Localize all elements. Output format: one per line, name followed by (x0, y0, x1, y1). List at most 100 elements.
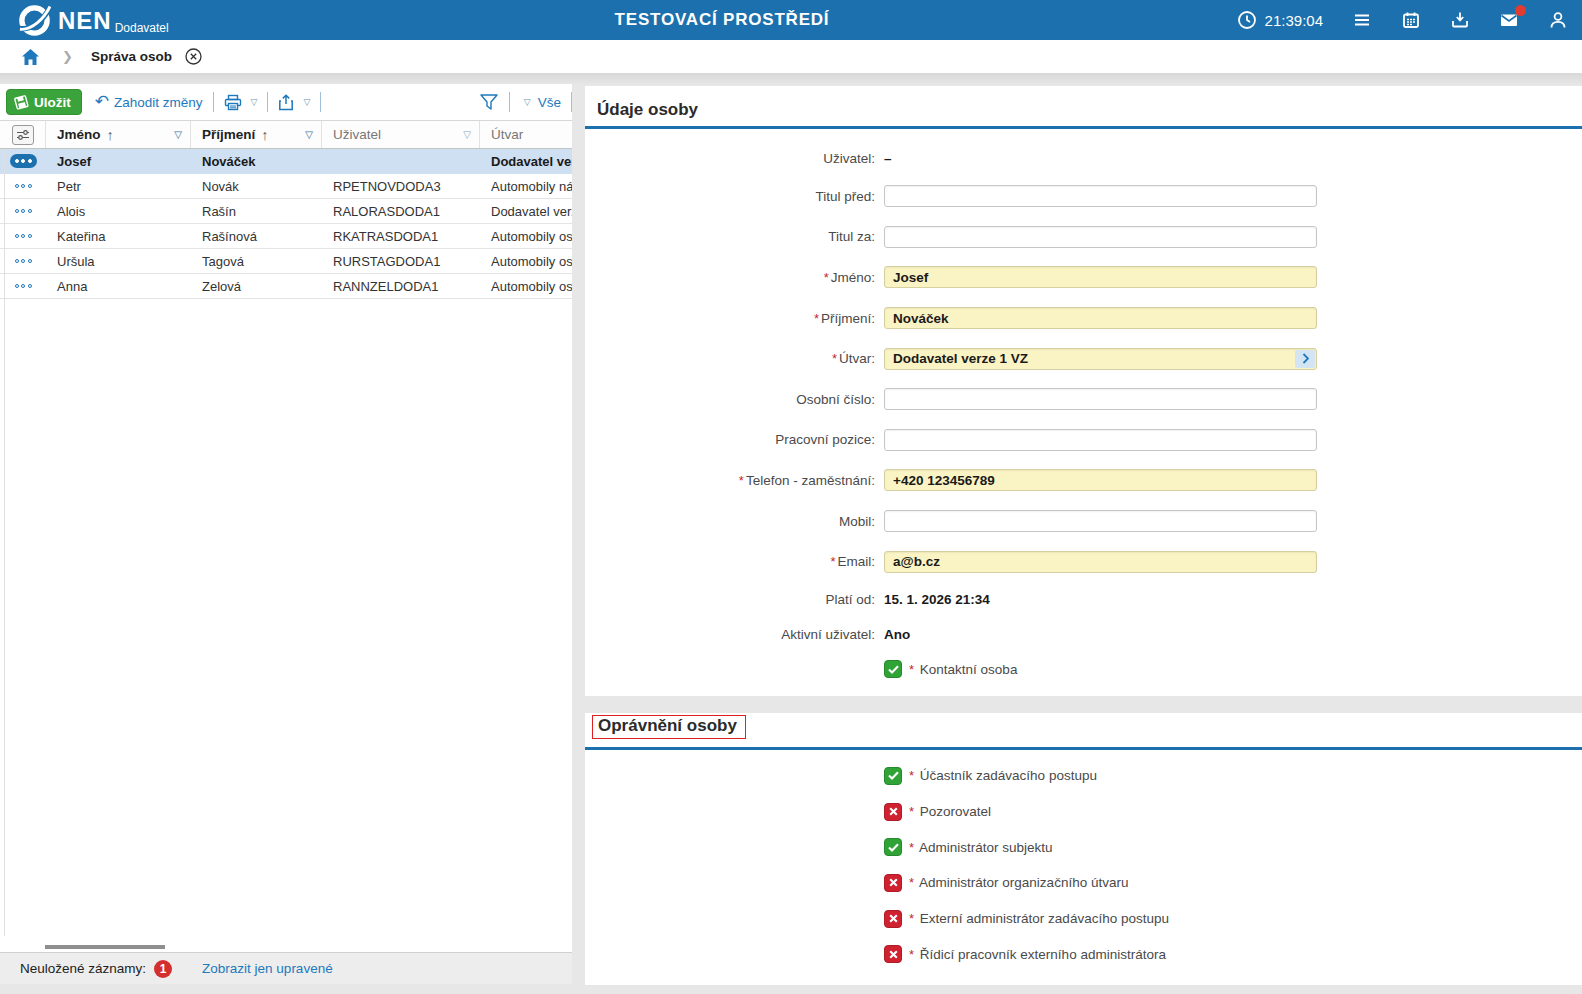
field-label: *Telefon - zaměstnání: (585, 473, 875, 488)
table-row[interactable]: PetrNovákRPETNOVDODA3Automobily nákla (0, 174, 572, 199)
table-row[interactable]: KateřinaRašínováRKATRASDODA1Automobily o… (0, 224, 572, 249)
row-actions-button[interactable] (11, 181, 36, 191)
print-icon (224, 94, 242, 111)
clock-time: 21:39:04 (1265, 12, 1323, 29)
column-header-jmeno[interactable]: Jméno↑ ▽ (46, 121, 191, 148)
messages-button[interactable] (1499, 10, 1519, 30)
permission-label: * Externí administrátor zadávacího postu… (909, 911, 1169, 926)
cell-jmeno: Alois (46, 204, 191, 219)
row-actions-button[interactable] (11, 281, 36, 291)
cell-utvar: Automobily osob (480, 279, 572, 294)
save-button[interactable]: Uložit (6, 89, 82, 115)
checkbox-checked-icon[interactable] (884, 767, 902, 785)
filter-all-button[interactable]: Vše (538, 95, 561, 110)
permission-item: * Účastník zadávacího postupu (884, 758, 1169, 794)
cell-utvar: Automobily osob (480, 229, 572, 244)
checkbox-crossed-icon[interactable] (884, 910, 902, 928)
form-input[interactable]: Josef (884, 266, 1317, 288)
top-bar: NEN Dodavatel TESTOVACÍ PROSTŘEDÍ 21:39:… (0, 0, 1582, 40)
table-row[interactable]: AnnaZelováRANNZELDODA1Automobily osob (0, 274, 572, 299)
column-header-prijmeni[interactable]: Příjmení↑ ▽ (191, 121, 322, 148)
filter-caret-icon[interactable]: ▽ (463, 129, 471, 140)
detail-section-title: Údaje osoby (597, 100, 698, 120)
checkbox-crossed-icon[interactable] (884, 803, 902, 821)
table-row[interactable]: JosefNováček Dodavatel verze (0, 149, 572, 174)
calendar-icon[interactable] (1401, 10, 1421, 30)
field-label: Osobní číslo: (585, 392, 875, 407)
permission-label: * Pozorovatel (909, 804, 991, 819)
column-header-utvar[interactable]: Útvar (480, 121, 572, 148)
cell-uzivatel: RALORASDODA1 (322, 204, 480, 219)
column-header-uzivatel[interactable]: Uživatel ▽ (322, 121, 480, 148)
cell-jmeno: Petr (46, 179, 191, 194)
cell-uzivatel: RKATRASDODA1 (322, 229, 480, 244)
person-detail-panel: Údaje osoby Uživatel:–Titul před:Titul z… (585, 86, 1582, 985)
cell-utvar: Automobily nákla (480, 179, 572, 194)
cell-jmeno: Kateřina (46, 229, 191, 244)
discard-changes-button[interactable]: ↶ Zahodit změny (95, 95, 203, 110)
row-actions-button[interactable] (11, 231, 36, 241)
field-value: 15. 1. 2026 21:34 (884, 592, 990, 607)
breadcrumb-separator-icon: ❯ (62, 49, 73, 64)
filter-caret-icon[interactable]: ▽ (174, 129, 182, 140)
checkbox-checked-icon[interactable] (884, 660, 902, 678)
row-actions-button[interactable] (11, 256, 36, 266)
cell-uzivatel: RANNZELDODA1 (322, 279, 480, 294)
table-row[interactable]: UršulaTagováRURSTAGDODA1Automobily osob (0, 249, 572, 274)
checkbox-crossed-icon[interactable] (884, 945, 902, 963)
table-body: JosefNováček Dodavatel verze PetrNovákRPET… (0, 149, 572, 299)
horizontal-scrollbar[interactable] (45, 945, 165, 949)
close-tab-icon[interactable] (185, 48, 202, 65)
column-settings-button[interactable] (0, 121, 46, 148)
form-input[interactable] (884, 388, 1317, 410)
breadcrumb-page[interactable]: Správa osob (91, 49, 172, 64)
form-input[interactable] (884, 185, 1317, 207)
cell-jmeno: Josef (46, 154, 191, 169)
cell-uzivatel: RPETNOVDODA3 (322, 179, 480, 194)
form-input[interactable]: Nováček (884, 307, 1317, 329)
checkbox-crossed-icon[interactable] (884, 874, 902, 892)
export-button[interactable]: ▽ (278, 94, 310, 111)
filter-caret-icon[interactable]: ▽ (305, 129, 313, 140)
row-actions-button[interactable] (11, 206, 36, 216)
table-left-rule (4, 149, 5, 936)
cell-prijmeni: Nováček (191, 154, 322, 169)
save-icon (14, 95, 29, 110)
cell-utvar: Dodavatel verze 1 (480, 204, 572, 219)
form-input[interactable] (884, 510, 1317, 532)
section-divider (585, 747, 1582, 750)
permissions-section-title: Oprávnění osoby (598, 716, 737, 735)
print-button[interactable]: ▽ (224, 94, 258, 111)
sort-asc-icon: ↑ (261, 127, 268, 143)
field-value: Ano (884, 627, 910, 642)
permission-label: * Administrátor subjektu (909, 840, 1053, 855)
permission-item: * Administrátor subjektu (884, 829, 1169, 865)
permission-item: * Pozorovatel (884, 794, 1169, 830)
form-input[interactable]: +420 123456789 (884, 469, 1317, 491)
checkbox-checked-icon[interactable] (884, 838, 902, 856)
table-row[interactable]: AloisRašínRALORASDODA1Dodavatel verze 1 (0, 199, 572, 224)
menu-icon[interactable] (1352, 10, 1372, 30)
download-icon[interactable] (1450, 10, 1470, 30)
row-actions-button[interactable] (10, 154, 37, 168)
user-icon[interactable] (1548, 10, 1568, 30)
undo-icon: ↶ (95, 95, 109, 109)
field-value: – (884, 151, 892, 166)
field-label: Pracovní pozice: (585, 432, 875, 447)
form-input[interactable]: Dodavatel verze 1 VZ (884, 348, 1317, 370)
field-label: Aktivní uživatel: (585, 627, 875, 642)
table-header: Jméno↑ ▽ Příjmení↑ ▽ Uživatel ▽ Útvar (0, 120, 572, 149)
save-label: Uložit (34, 95, 71, 110)
form-input[interactable] (884, 429, 1317, 451)
show-edited-link[interactable]: Zobrazit jen upravené (202, 961, 333, 976)
section-divider (585, 126, 1582, 129)
home-icon[interactable] (21, 48, 40, 66)
breadcrumb: ❯ Správa osob (0, 40, 1582, 73)
cell-utvar: Dodavatel verze (480, 154, 572, 169)
form-input[interactable]: a@b.cz (884, 551, 1317, 573)
form-input[interactable] (884, 226, 1317, 248)
permission-item: * Řídicí pracovník externího administrát… (884, 936, 1169, 972)
lookup-picker-button[interactable] (1295, 350, 1315, 368)
field-label: Platí od: (585, 592, 875, 607)
filter-icon[interactable] (479, 93, 499, 111)
